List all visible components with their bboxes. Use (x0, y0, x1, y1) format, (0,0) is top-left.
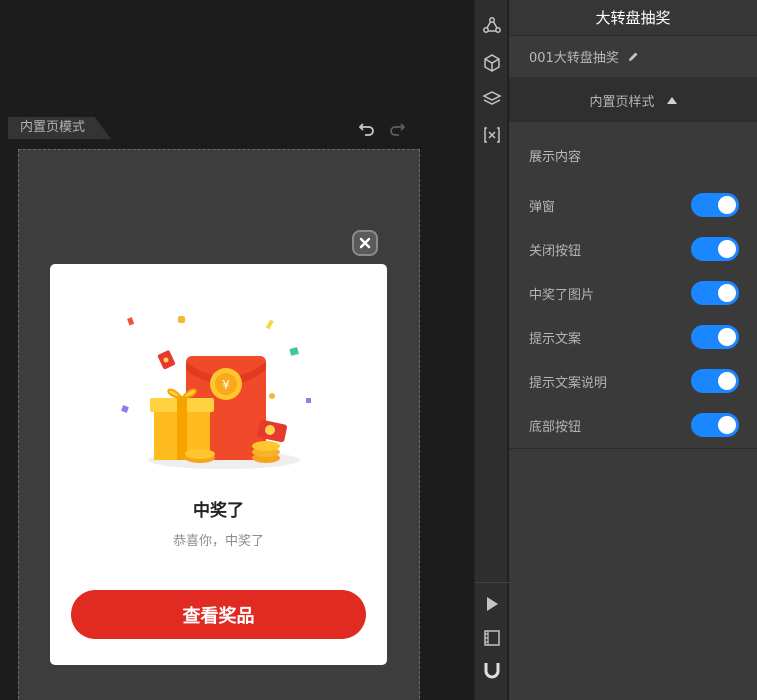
option-label: 提示文案 (529, 331, 582, 347)
cube-icon[interactable] (482, 53, 502, 73)
prize-popup: ¥ 中奖了 恭喜你，中奖了 查看奖品 (50, 264, 387, 665)
option-prize-image: 中奖了图片 (529, 271, 739, 315)
component-name: 001大转盘抽奖 (529, 51, 619, 66)
magnet-icon[interactable] (482, 660, 502, 680)
option-label: 关闭按钮 (529, 243, 582, 259)
toggle-knob (718, 416, 736, 434)
panel-title: 大转盘抽奖 (509, 0, 757, 36)
film-icon[interactable] (482, 628, 502, 648)
popup-subtitle: 恭喜你，中奖了 (172, 534, 264, 549)
prize-image-toggle[interactable] (691, 281, 739, 305)
redo-icon[interactable] (388, 120, 406, 136)
option-label: 中奖了图片 (529, 287, 595, 303)
tip-text-toggle[interactable] (691, 325, 739, 349)
play-icon[interactable] (482, 594, 502, 614)
close-icon (359, 234, 371, 253)
section-toggle-builtin-style[interactable]: 内置页样式 (509, 78, 757, 122)
variable-icon[interactable] (482, 125, 502, 145)
view-prize-button[interactable]: 查看奖品 (71, 590, 366, 639)
edit-pencil-icon[interactable] (627, 51, 639, 63)
toolbar-divider (475, 582, 509, 583)
toggle-knob (718, 196, 736, 214)
toggle-knob (718, 372, 736, 390)
close-button-toggle[interactable] (691, 237, 739, 261)
layers-icon[interactable] (482, 89, 502, 109)
option-popup: 弹窗 (529, 183, 739, 227)
popup-title: 中奖了 (193, 501, 244, 521)
svg-text:¥: ¥ (222, 378, 230, 392)
option-label: 弹窗 (529, 199, 556, 215)
properties-panel: 大转盘抽奖 001大转盘抽奖 内置页样式 展示内容 弹窗 关闭按钮 中奖了图片 (509, 0, 757, 700)
mode-tab[interactable]: 内置页模式 (8, 117, 112, 139)
option-label: 提示文案说明 (529, 375, 608, 391)
canvas-area: 内置页模式 ¥ 中奖了 恭喜你，中奖了 查看奖品 (0, 0, 474, 700)
editor-window: 内置页模式 ¥ 中奖了 恭喜你，中奖了 查看奖品 大转盘抽奖 001大转盘抽奖 … (0, 0, 757, 700)
display-content-section: 展示内容 弹窗 关闭按钮 中奖了图片 提示文案 提示文案说明 底部按钮 (509, 122, 757, 449)
component-name-row[interactable]: 001大转盘抽奖 (509, 36, 757, 78)
section-label: 内置页样式 (589, 94, 655, 110)
prize-illustration: ¥ (121, 316, 311, 469)
bottom-button-toggle[interactable] (691, 413, 739, 437)
vertical-toolbar (474, 0, 509, 700)
option-bottom-button: 底部按钮 (529, 403, 739, 447)
option-tip-description: 提示文案说明 (529, 359, 739, 403)
popup-close-button[interactable] (352, 230, 378, 256)
collapse-triangle-icon (666, 96, 677, 104)
popup-toggle[interactable] (691, 193, 739, 217)
components-icon[interactable] (482, 16, 502, 36)
toggle-knob (718, 284, 736, 302)
option-tip-text: 提示文案 (529, 315, 739, 359)
option-close-button: 关闭按钮 (529, 227, 739, 271)
tip-description-toggle[interactable] (691, 369, 739, 393)
undo-icon[interactable] (358, 120, 376, 136)
content-title: 展示内容 (529, 150, 582, 165)
toggle-knob (718, 328, 736, 346)
toggle-knob (718, 240, 736, 258)
option-label: 底部按钮 (529, 419, 582, 435)
